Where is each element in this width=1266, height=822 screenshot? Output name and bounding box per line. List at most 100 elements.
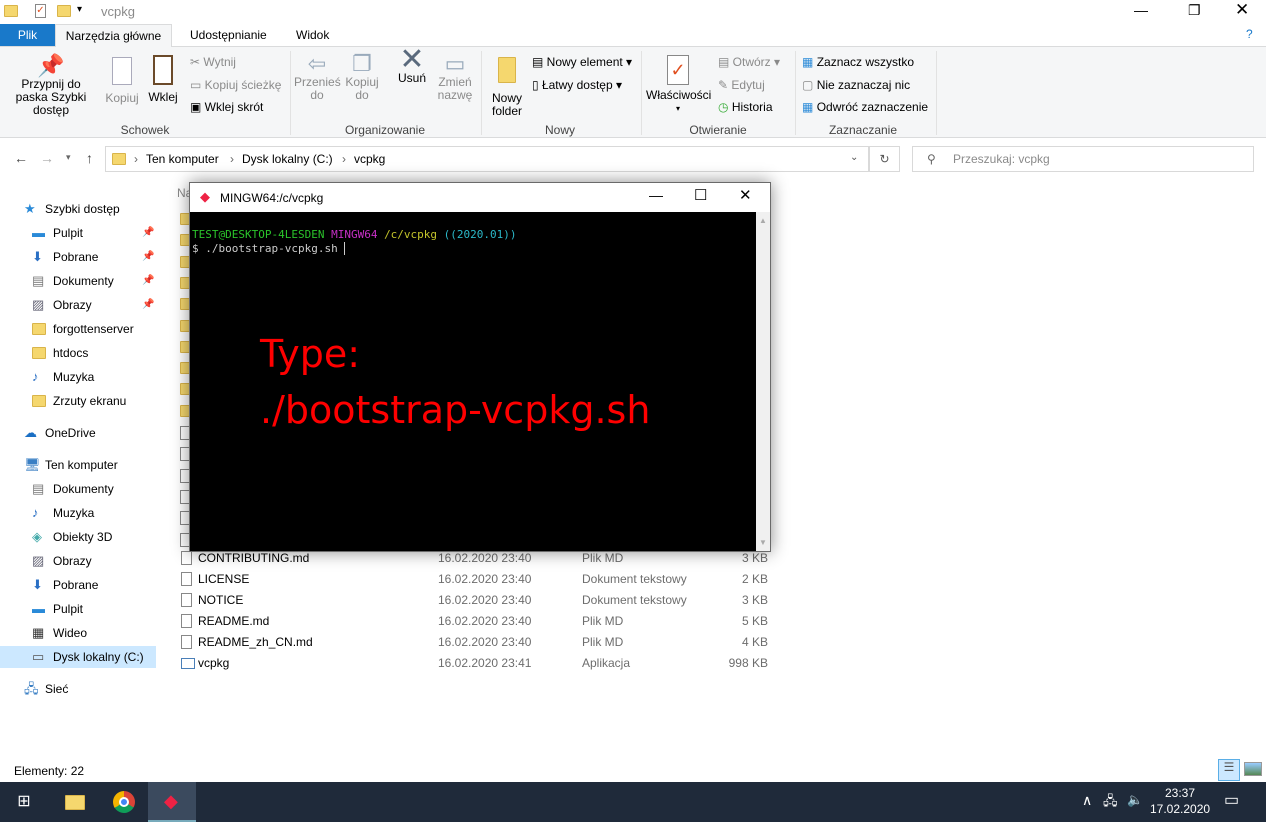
sidebar-item-label: Dokumenty xyxy=(53,274,114,288)
sidebar-item[interactable]: ⬇ Pobrane xyxy=(0,574,156,596)
address-bar[interactable]: › Ten komputer › Dysk lokalny (C:) › vcp… xyxy=(105,146,869,172)
copy-button[interactable]: Kopiuj xyxy=(103,57,141,105)
tab-view[interactable]: Widok xyxy=(296,28,329,42)
sidebar-item[interactable]: forgottenserver xyxy=(0,318,156,340)
volume-icon[interactable]: 🔈 xyxy=(1127,792,1143,808)
large-icons-view-button[interactable] xyxy=(1244,762,1262,776)
terminal-minimize-button[interactable]: — xyxy=(649,187,663,203)
sidebar-item[interactable]: htdocs xyxy=(0,342,156,364)
file-row[interactable]: NOTICE 16.02.2020 23:40 Dokument tekstowy 3… xyxy=(176,590,776,611)
close-button[interactable]: ✕ xyxy=(1235,0,1249,20)
new-folder-qat-icon[interactable] xyxy=(57,5,71,17)
delete-button[interactable]: ✕ Usuń xyxy=(394,45,430,85)
minimize-button[interactable]: — xyxy=(1134,2,1148,18)
file-size: 4 KB xyxy=(741,635,768,649)
nav-icon: 🖥 xyxy=(24,457,41,472)
terminal-body[interactable]: TEST@DESKTOP-4LESDEN MINGW64 /c/vcpkg ((… xyxy=(190,212,756,551)
recent-dropdown[interactable]: ▾ xyxy=(66,152,71,163)
history-button[interactable]: ◷ Historia xyxy=(718,100,773,114)
sidebar-item[interactable]: ⬇ Pobrane 📌 xyxy=(0,246,156,268)
network-icon[interactable]: 🖧 xyxy=(1103,792,1118,814)
sidebar-item-label: OneDrive xyxy=(45,426,96,440)
sidebar-item-label: Dysk lokalny (C:) xyxy=(53,650,144,664)
rename-button[interactable]: ▭ Zmień nazwę xyxy=(435,53,475,102)
sidebar-item[interactable]: ▨ Obrazy 📌 xyxy=(0,294,156,316)
forward-button[interactable]: → xyxy=(40,150,54,166)
tab-share[interactable]: Udostępnianie xyxy=(190,28,267,42)
search-input[interactable]: ⚲ Przeszukaj: vcpkg xyxy=(912,146,1254,172)
breadcrumb-dysk[interactable]: Dysk lokalny (C:) xyxy=(242,152,333,166)
sidebar-item[interactable]: 🖥 Ten komputer xyxy=(0,454,156,476)
open-button[interactable]: ▤ Otwórz ▾ xyxy=(718,55,780,69)
sidebar-item-label: Obrazy xyxy=(53,554,92,568)
sidebar-item[interactable]: 🖧 Sieć xyxy=(0,678,156,700)
show-hidden-icons-button[interactable]: ∧ xyxy=(1082,792,1092,809)
easy-access-button[interactable]: ▯ Łatwy dostęp ▾ xyxy=(532,78,622,92)
properties-qat-icon[interactable]: ✓ xyxy=(35,4,46,18)
sidebar-item[interactable]: ♪ Muzyka xyxy=(0,502,156,524)
tab-home[interactable]: Narzędzia główne xyxy=(55,24,172,47)
back-button[interactable]: ← xyxy=(14,150,28,166)
file-row[interactable]: README.md 16.02.2020 23:40 Plik MD 5 KB xyxy=(176,611,776,632)
start-button[interactable]: ⊞ xyxy=(0,782,48,822)
terminal-window[interactable]: ◆ MINGW64:/c/vcpkg — ☐ ✕ TEST@DESKTOP-4L… xyxy=(189,182,771,552)
pin-quick-access-button[interactable]: 📌 Przypnij do paska Szybki dostęp xyxy=(5,55,97,117)
sidebar-item[interactable]: ▦ Wideo xyxy=(0,622,156,644)
sidebar-item[interactable]: ☁ OneDrive xyxy=(0,422,156,444)
details-view-button[interactable]: ☰ xyxy=(1218,759,1240,781)
properties-icon: ✓ xyxy=(667,55,689,85)
taskbar-git-bash[interactable]: ◆ xyxy=(148,782,196,822)
terminal-title: MINGW64:/c/vcpkg xyxy=(220,191,324,205)
sidebar-item[interactable]: ▬ Pulpit 📌 xyxy=(0,222,156,244)
taskbar-chrome[interactable] xyxy=(100,782,148,822)
nav-icon: ⬇ xyxy=(32,249,43,264)
file-size: 2 KB xyxy=(741,572,768,586)
clock[interactable]: 23:37 17.02.2020 xyxy=(1150,785,1210,817)
breadcrumb-ten-komputer[interactable]: Ten komputer xyxy=(146,152,219,166)
nav-icon: ⬇ xyxy=(32,577,43,592)
action-center-icon[interactable]: ▭ xyxy=(1224,790,1239,810)
sidebar-item[interactable]: ▨ Obrazy xyxy=(0,550,156,572)
sidebar-item[interactable]: ▤ Dokumenty xyxy=(0,478,156,500)
file-name: README_zh_CN.md xyxy=(198,635,313,649)
properties-button[interactable]: ✓ Właściwości ▾ xyxy=(646,55,711,115)
folder-icon xyxy=(32,323,46,335)
sidebar-item[interactable]: ▭ Dysk lokalny (C:) xyxy=(0,646,156,668)
select-all-button[interactable]: ▦ Zaznacz wszystko xyxy=(802,55,914,69)
maximize-button[interactable]: ❐ xyxy=(1188,2,1201,19)
qat-dropdown-icon[interactable]: ▾ xyxy=(77,4,82,15)
sidebar-item-label: Wideo xyxy=(53,626,88,640)
sidebar-item[interactable]: ▤ Dokumenty 📌 xyxy=(0,270,156,292)
terminal-close-button[interactable]: ✕ xyxy=(739,186,752,204)
new-folder-button[interactable]: Nowy folder xyxy=(487,57,527,118)
paste-button[interactable]: Wklej xyxy=(146,55,180,104)
file-row[interactable]: LICENSE 16.02.2020 23:40 Dokument tekstowy… xyxy=(176,569,776,590)
refresh-button[interactable]: ↻ xyxy=(869,146,900,172)
taskbar-explorer[interactable] xyxy=(50,782,98,822)
up-button[interactable]: ↑ xyxy=(86,150,93,166)
pin-icon: 📌 xyxy=(142,227,155,238)
invert-selection-button[interactable]: ▦ Odwróć zaznaczenie xyxy=(802,100,928,114)
sidebar-item[interactable]: ▬ Pulpit xyxy=(0,598,156,620)
file-row[interactable]: README_zh_CN.md 16.02.2020 23:40 Plik MD 4 … xyxy=(176,632,776,653)
address-dropdown[interactable]: ⌄ xyxy=(850,152,858,163)
file-row[interactable]: vcpkg 16.02.2020 23:41 Aplikacja 998 KB xyxy=(176,653,776,674)
breadcrumb-vcpkg[interactable]: vcpkg xyxy=(354,152,385,166)
help-icon[interactable]: ? xyxy=(1246,27,1253,41)
edit-button[interactable]: ✎ Edytuj xyxy=(718,78,765,92)
copy-to-button[interactable]: ❐ Kopiuj do xyxy=(342,53,382,102)
copy-path-button[interactable]: ▭ Kopiuj ścieżkę xyxy=(190,78,281,92)
sidebar-item[interactable]: ♪ Muzyka xyxy=(0,366,156,388)
sidebar-item[interactable]: ★ Szybki dostęp xyxy=(0,198,156,220)
tab-plik[interactable]: Plik xyxy=(0,24,55,46)
paste-shortcut-button[interactable]: ▣ Wklej skrót xyxy=(190,100,263,114)
sidebar-item[interactable]: ◈ Obiekty 3D xyxy=(0,526,156,548)
sidebar-item[interactable]: Zrzuty ekranu xyxy=(0,390,156,412)
terminal-maximize-button[interactable]: ☐ xyxy=(694,186,707,204)
terminal-scrollbar[interactable]: ▲ ▼ xyxy=(756,212,770,551)
select-none-button[interactable]: ▢ Nie zaznaczaj nic xyxy=(802,78,910,92)
file-name: NOTICE xyxy=(198,593,244,607)
cut-button[interactable]: ✂ Wytnij xyxy=(190,55,236,69)
new-item-button[interactable]: ▤ Nowy element ▾ xyxy=(532,55,632,69)
move-to-button[interactable]: ⇦ Przenieś do xyxy=(294,53,341,102)
